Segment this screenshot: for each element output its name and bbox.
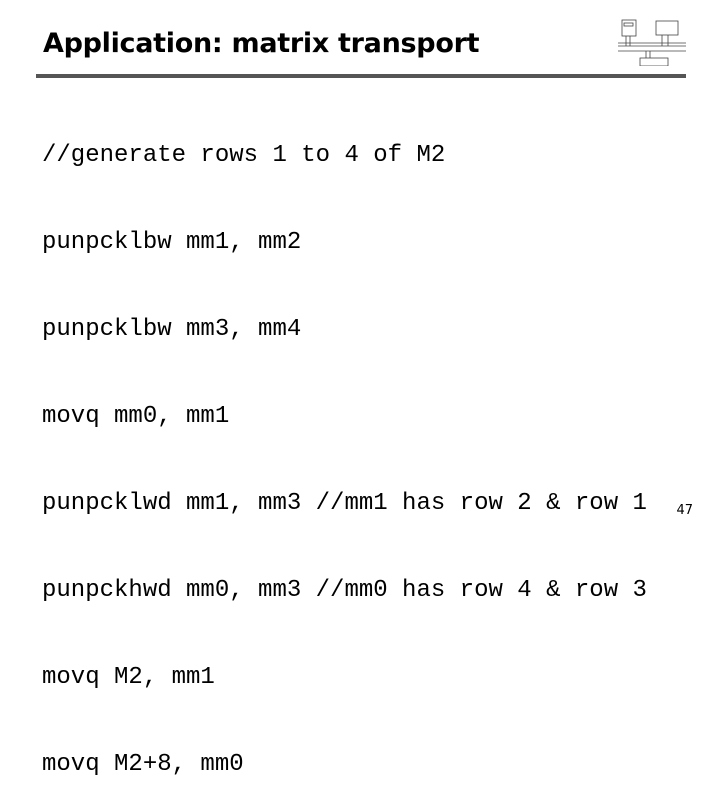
title-divider (36, 74, 686, 78)
slide-title: Application: matrix transport (43, 28, 480, 59)
code-block: //generate rows 1 to 4 of M2 punpcklbw m… (42, 83, 647, 808)
code-line: punpcklwd mm1, mm3 //mm1 has row 2 & row… (42, 490, 647, 517)
code-line: movq M2+8, mm0 (42, 751, 244, 778)
code-line: movq M2, mm1 (42, 664, 215, 691)
code-line: //generate rows 1 to 4 of M2 (42, 142, 446, 169)
code-line: punpcklbw mm3, mm4 (42, 316, 302, 343)
code-line: punpcklbw mm1, mm2 (42, 229, 302, 256)
code-line: movq mm0, mm1 (42, 403, 230, 430)
architecture-diagram-icon (618, 19, 686, 66)
code-line: punpckhwd mm0, mm3 //mm0 has row 4 & row… (42, 577, 647, 604)
page-number: 47 (676, 503, 693, 518)
